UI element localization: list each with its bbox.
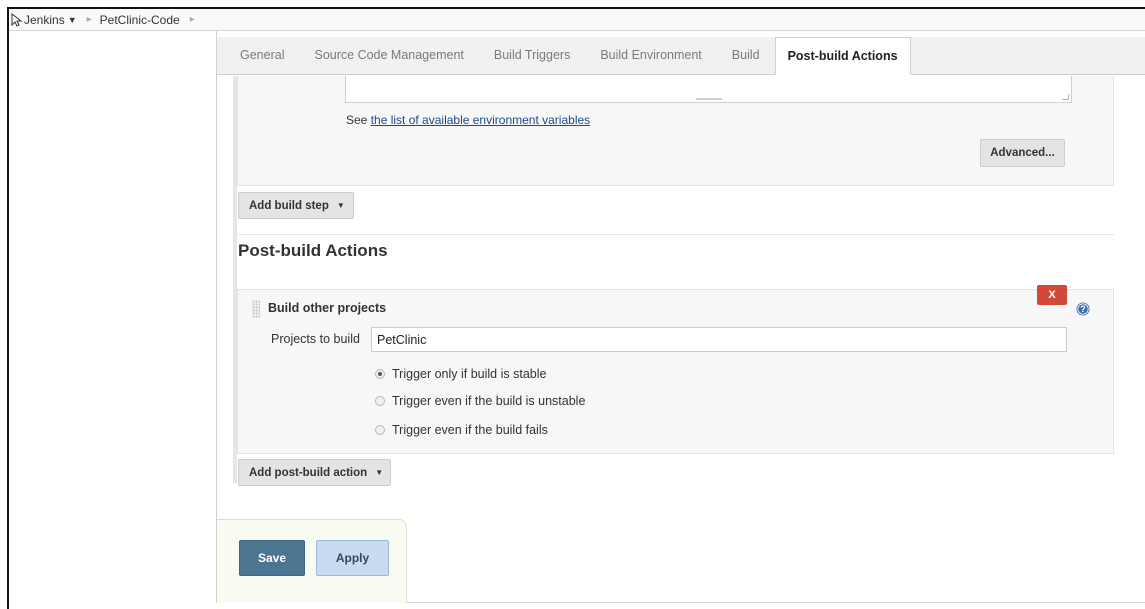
radio-label[interactable]: Trigger even if the build is unstable — [392, 394, 585, 408]
build-step-panel: See the list of available environment va… — [237, 76, 1114, 186]
radio-label[interactable]: Trigger only if build is stable — [392, 367, 546, 381]
radio-label[interactable]: Trigger even if the build fails — [392, 423, 548, 437]
breadcrumb-jenkins-label[interactable]: Jenkins — [24, 13, 65, 27]
radio-button[interactable] — [375, 396, 385, 406]
radio-trigger-unstable[interactable]: Trigger even if the build is unstable — [375, 394, 585, 408]
textarea-expand-handle[interactable] — [696, 98, 722, 100]
tab-general[interactable]: General — [225, 37, 299, 74]
radio-button[interactable] — [375, 425, 385, 435]
help-icon[interactable]: ? — [1076, 302, 1090, 316]
form-buttons-panel: Save Apply — [217, 519, 407, 603]
delete-action-button[interactable]: X — [1037, 285, 1067, 305]
drag-handle-icon[interactable] — [252, 300, 260, 318]
chevron-right-icon: ▸ — [86, 14, 92, 25]
radio-trigger-stable[interactable]: Trigger only if build is stable — [375, 367, 546, 381]
action-title: Build other projects — [268, 301, 387, 315]
config-content: See the list of available environment va… — [217, 76, 1145, 603]
projects-to-build-label: Projects to build — [271, 332, 360, 346]
add-build-step-button[interactable]: Add build step ▼ — [238, 192, 354, 219]
projects-to-build-input[interactable] — [371, 327, 1067, 352]
command-textarea[interactable] — [345, 76, 1072, 103]
add-post-build-action-button[interactable]: Add post-build action ▼ — [238, 459, 391, 486]
breadcrumb: Jenkins ▼ ▸ PetClinic-Code ▸ — [9, 9, 1145, 31]
chevron-right-icon: ▸ — [189, 14, 195, 25]
radio-trigger-fails[interactable]: Trigger even if the build fails — [375, 423, 548, 437]
tab-source-code-management[interactable]: Source Code Management — [299, 37, 478, 74]
breadcrumb-jenkins[interactable]: Jenkins ▼ — [11, 12, 77, 27]
caret-down-icon[interactable]: ▼ — [68, 15, 77, 25]
svg-text:?: ? — [1080, 304, 1086, 314]
tab-build[interactable]: Build — [717, 37, 775, 74]
caret-down-icon: ▼ — [336, 201, 345, 210]
tab-build-environment[interactable]: Build Environment — [585, 37, 716, 74]
browser-viewport: Jenkins ▼ ▸ PetClinic-Code ▸ General Sou… — [7, 7, 1145, 609]
advanced-button[interactable]: Advanced... — [980, 139, 1065, 167]
radio-button-checked[interactable] — [375, 369, 385, 379]
tab-post-build-actions[interactable]: Post-build Actions — [774, 37, 911, 75]
post-build-section-title: Post-build Actions — [238, 241, 388, 260]
apply-button[interactable]: Apply — [316, 540, 389, 576]
breadcrumb-petclinic-code[interactable]: PetClinic-Code — [100, 13, 180, 27]
section-divider — [237, 234, 1114, 235]
env-vars-hint: See the list of available environment va… — [346, 113, 590, 127]
add-build-step-label: Add build step — [249, 199, 329, 212]
add-post-build-action-label: Add post-build action — [249, 466, 368, 479]
breadcrumb-project-label[interactable]: PetClinic-Code — [100, 13, 180, 27]
build-other-projects-panel: Build other projects X ? Projects to bui… — [237, 285, 1114, 454]
save-button[interactable]: Save — [239, 540, 305, 576]
tab-bar: General Source Code Management Build Tri… — [217, 37, 1145, 75]
see-prefix: See — [346, 113, 368, 127]
tab-build-triggers[interactable]: Build Triggers — [479, 37, 585, 74]
mouse-cursor-icon — [11, 12, 23, 27]
config-panel: General Source Code Management Build Tri… — [216, 31, 1145, 603]
caret-down-icon: ▼ — [375, 468, 384, 477]
resize-corner-icon[interactable] — [1062, 94, 1070, 100]
env-vars-link[interactable]: the list of available environment variab… — [371, 113, 590, 127]
